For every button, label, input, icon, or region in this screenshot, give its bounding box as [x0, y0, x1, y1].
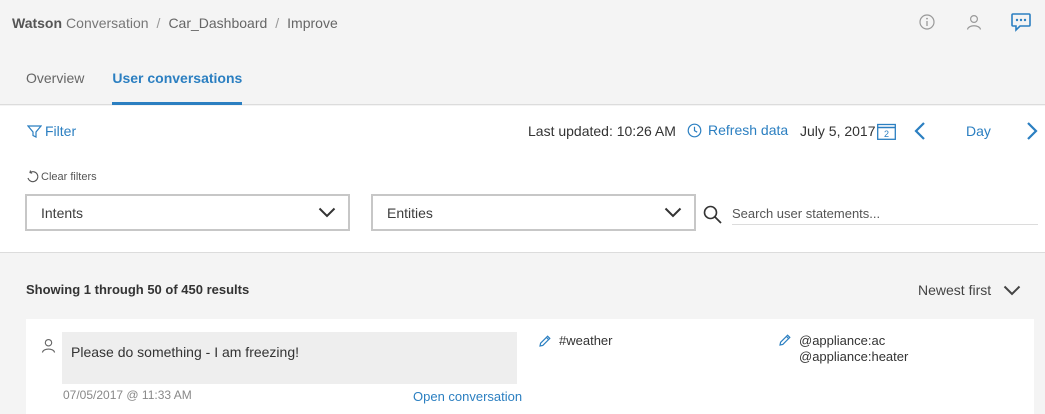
entity-tags[interactable]: @appliance:ac @appliance:heater: [778, 333, 908, 365]
filter-button[interactable]: Filter: [27, 123, 76, 139]
clear-filters-button[interactable]: Clear filters: [25, 170, 97, 183]
breadcrumb-page: Improve: [287, 15, 338, 31]
breadcrumb-separator: /: [156, 15, 161, 31]
calendar-day: 2: [884, 129, 889, 139]
tab-bar: Overview User conversations: [26, 70, 270, 105]
user-message-text: Please do something - I am freezing!: [71, 344, 300, 360]
entity-item: @appliance:heater: [799, 349, 909, 364]
refresh-data-button[interactable]: Refresh data: [687, 122, 788, 138]
intents-dropdown[interactable]: Intents: [25, 194, 350, 231]
filter-label: Filter: [45, 123, 77, 139]
intents-dropdown-label: Intents: [41, 204, 84, 221]
info-icon[interactable]: [915, 10, 939, 34]
conversation-card: Please do something - I am freezing! 07/…: [26, 319, 1034, 414]
user-icon: [41, 338, 56, 353]
brand-product[interactable]: Conversation: [66, 15, 149, 31]
entity-item: @appliance:ac: [799, 333, 886, 348]
pencil-icon[interactable]: [778, 333, 792, 347]
chevron-down-icon: [1003, 285, 1021, 295]
tab-user-conversations[interactable]: User conversations: [112, 70, 243, 105]
entity-list: @appliance:ac @appliance:heater: [799, 333, 908, 365]
filter-toolbar: Filter Last updated: 10:26 AM Refresh da…: [0, 106, 1045, 253]
breadcrumb-workspace[interactable]: Car_Dashboard: [168, 15, 267, 31]
next-period-icon[interactable]: [1023, 121, 1041, 141]
user-message-bubble: Please do something - I am freezing!: [62, 332, 517, 384]
previous-period-icon[interactable]: [912, 121, 930, 141]
tab-overview[interactable]: Overview: [26, 70, 84, 105]
chat-icon[interactable]: [1009, 10, 1033, 34]
results-summary: Showing 1 through 50 of 450 results: [26, 282, 250, 297]
chevron-down-icon: [318, 207, 336, 218]
date-label: July 5, 2017: [800, 123, 876, 139]
chevron-down-icon: [664, 207, 682, 218]
filter-icon: [27, 124, 42, 138]
breadcrumb-separator: /: [275, 15, 280, 31]
sort-label: Newest first: [918, 282, 992, 298]
breadcrumb: Watson Conversation / Car_Dashboard / Im…: [12, 15, 338, 31]
brand-name[interactable]: Watson: [12, 15, 62, 31]
entities-dropdown-label: Entities: [387, 204, 433, 221]
reset-icon: [27, 170, 39, 183]
clear-filters-label: Clear filters: [41, 170, 97, 183]
search-icon: [703, 205, 722, 224]
intent-tag[interactable]: #weather: [538, 333, 612, 348]
user-icon[interactable]: [962, 10, 986, 34]
open-conversation-link[interactable]: Open conversation: [413, 389, 522, 404]
search-input[interactable]: [732, 203, 1038, 225]
message-timestamp: 07/05/2017 @ 11:33 AM: [63, 388, 192, 402]
top-bar: Watson Conversation / Car_Dashboard / Im…: [0, 0, 1045, 105]
pencil-icon[interactable]: [538, 334, 552, 348]
sort-dropdown[interactable]: Newest first: [918, 282, 1021, 298]
last-updated-text: Last updated: 10:26 AM: [528, 123, 676, 139]
calendar-icon[interactable]: 2: [877, 123, 896, 140]
period-selector[interactable]: Day: [966, 123, 991, 139]
clock-icon: [687, 123, 702, 137]
entities-dropdown[interactable]: Entities: [371, 194, 696, 231]
intent-label: #weather: [559, 333, 613, 348]
refresh-label: Refresh data: [708, 122, 789, 138]
header-icons: [892, 10, 1033, 34]
